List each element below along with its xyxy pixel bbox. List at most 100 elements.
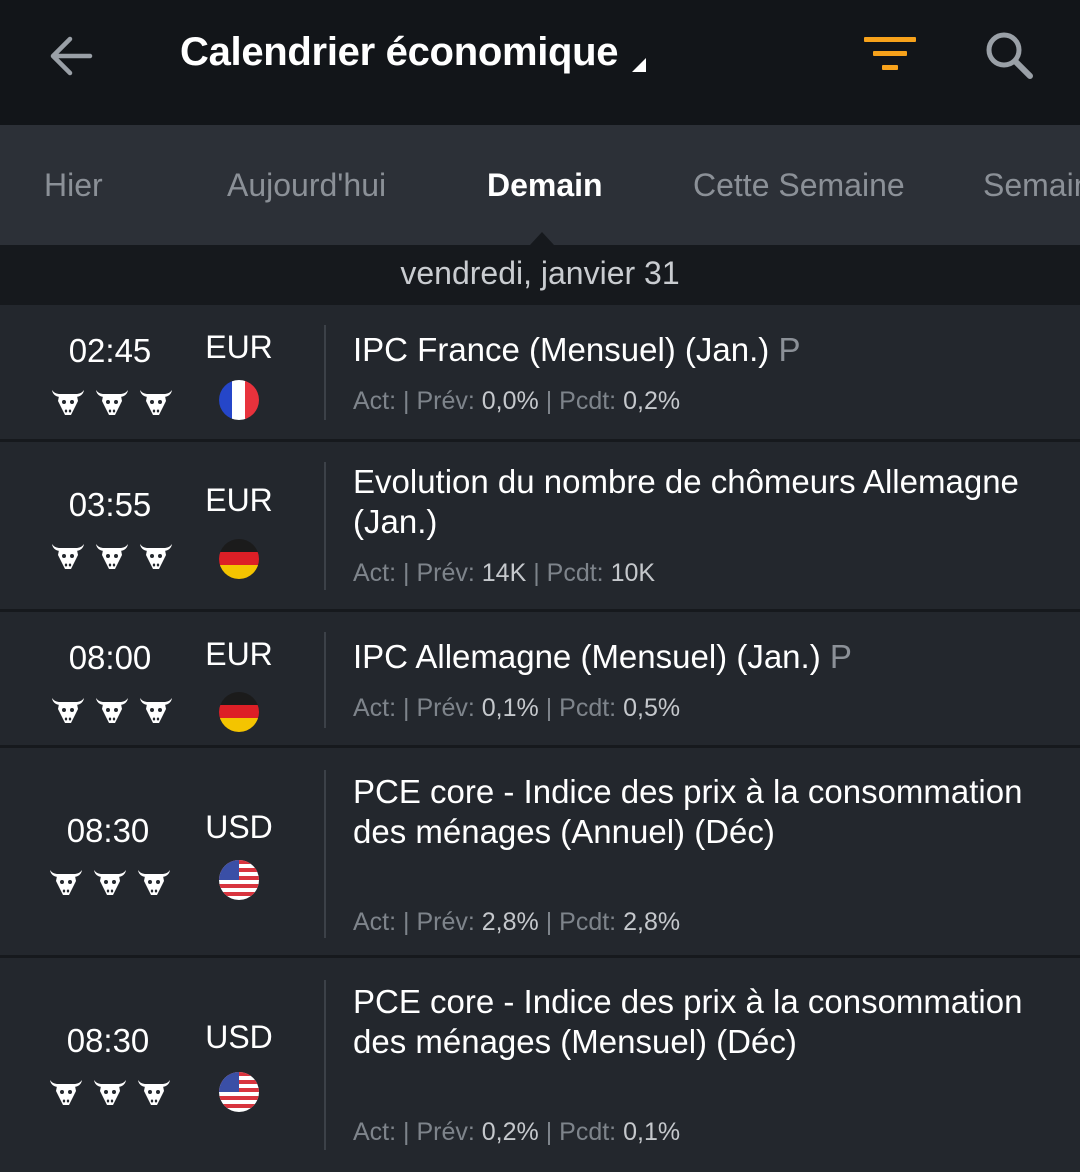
caret-down-icon[interactable]: [630, 56, 646, 72]
forecast-label: | Prév:: [403, 694, 475, 722]
row-divider: [324, 632, 326, 728]
row-divider: [324, 770, 326, 938]
event-title: PCE core - Indice des prix à la consomma…: [353, 772, 1053, 852]
search-button[interactable]: [982, 28, 1038, 84]
tab-cette-semaine[interactable]: Cette Semaine: [693, 167, 905, 204]
previous-label: | Pcdt:: [545, 387, 617, 415]
bull-icon: [48, 1076, 84, 1106]
tab-semaine-prochaine[interactable]: Semaine Prochaine: [983, 167, 1080, 204]
event-title-text: IPC Allemagne (Mensuel) (Jan.): [353, 638, 821, 675]
event-stats: Act: | Prév: 0,0% | Pcdt: 0,2%: [353, 387, 680, 416]
date-section-header: vendredi, janvier 31: [0, 245, 1080, 305]
forecast-label: | Prév:: [403, 559, 475, 587]
event-title-text: Evolution du nombre de chômeurs Allemagn…: [353, 463, 1019, 540]
row-divider: [324, 325, 326, 420]
actual-label: Act:: [353, 1118, 397, 1146]
tab-demain[interactable]: Demain: [487, 167, 603, 204]
actual-label: Act:: [353, 387, 397, 415]
event-stats: Act: | Prév: 2,8% | Pcdt: 2,8%: [353, 908, 680, 937]
france-flag-icon: [219, 380, 259, 420]
germany-flag-icon: [219, 692, 259, 732]
previous-label: | Pcdt:: [545, 1118, 617, 1146]
search-icon: [986, 32, 1033, 79]
importance-rating: [50, 694, 174, 724]
bull-icon: [92, 1076, 128, 1106]
event-row[interactable]: 03:55 EUR Evolution du nombre de chômeur…: [0, 442, 1080, 612]
event-row[interactable]: 08:30 USD PCE core - Indice des prix à l…: [0, 958, 1080, 1172]
row-divider: [324, 462, 326, 590]
event-title: Evolution du nombre de chômeurs Allemagn…: [353, 462, 1053, 542]
event-time: 08:30: [66, 1022, 150, 1059]
event-row[interactable]: 08:30 USD PCE core - Indice des prix à l…: [0, 748, 1080, 958]
bull-icon: [50, 540, 86, 570]
germany-flag-icon: [219, 539, 259, 579]
filter-button[interactable]: [860, 32, 920, 80]
app-bar: Calendrier économique: [0, 0, 1080, 125]
event-stats: Act: | Prév: 0,1% | Pcdt: 0,5%: [353, 694, 680, 723]
forecast-label: | Prév:: [403, 387, 475, 415]
row-divider: [324, 980, 326, 1150]
bull-icon: [138, 540, 174, 570]
event-currency: USD: [205, 1019, 273, 1055]
bull-icon: [50, 694, 86, 724]
event-title: IPC France (Mensuel) (Jan.) P: [353, 330, 1053, 370]
bull-icon: [94, 386, 130, 416]
event-time: 03:55: [68, 486, 152, 523]
previous-value: 0,5%: [623, 694, 681, 722]
importance-rating: [50, 540, 174, 570]
bull-icon: [94, 694, 130, 724]
forecast-value: 0,2%: [481, 1118, 539, 1146]
importance-rating: [50, 386, 174, 416]
event-currency: EUR: [205, 482, 273, 518]
bull-icon: [48, 866, 84, 896]
forecast-value: 2,8%: [481, 908, 539, 936]
bull-icon: [138, 694, 174, 724]
event-time: 02:45: [68, 332, 152, 369]
event-stats: Act: | Prév: 14K | Pcdt: 10K: [353, 559, 655, 588]
filter-icon: [864, 37, 916, 70]
event-title-text: IPC France (Mensuel) (Jan.): [353, 331, 770, 368]
previous-value: 0,1%: [623, 1118, 681, 1146]
actual-label: Act:: [353, 694, 397, 722]
event-time: 08:00: [68, 639, 152, 676]
event-title: IPC Allemagne (Mensuel) (Jan.) P: [353, 637, 1053, 677]
forecast-value: 0,0%: [481, 387, 539, 415]
event-row[interactable]: 02:45 EUR IPC France (Mensuel) (Jan.) P …: [0, 305, 1080, 442]
event-row[interactable]: 08:00 EUR IPC Allemagne (Mensuel) (Jan.)…: [0, 612, 1080, 748]
date-label: vendredi, janvier 31: [400, 255, 680, 291]
event-time: 08:30: [66, 812, 150, 849]
previous-value: 2,8%: [623, 908, 681, 936]
forecast-value: 14K: [481, 559, 527, 587]
event-title-text: PCE core - Indice des prix à la consomma…: [353, 983, 1023, 1060]
bull-icon: [136, 866, 172, 896]
event-title: PCE core - Indice des prix à la consomma…: [353, 982, 1053, 1062]
bull-icon: [92, 866, 128, 896]
forecast-label: | Prév:: [403, 908, 475, 936]
event-currency: EUR: [205, 329, 273, 365]
bull-icon: [138, 386, 174, 416]
preliminary-badge: P: [829, 638, 852, 675]
previous-value: 10K: [610, 559, 656, 587]
tab-aujourdhui[interactable]: Aujourd'hui: [227, 167, 386, 204]
forecast-value: 0,1%: [481, 694, 539, 722]
bull-icon: [94, 540, 130, 570]
previous-label: | Pcdt:: [545, 908, 617, 936]
tab-hier[interactable]: Hier: [44, 167, 103, 204]
back-button[interactable]: [40, 28, 100, 84]
page-title[interactable]: Calendrier économique: [180, 30, 619, 75]
date-tabs: Hier Aujourd'hui Demain Cette Semaine Se…: [0, 125, 1080, 245]
us-flag-icon: [219, 860, 259, 900]
preliminary-badge: P: [778, 331, 801, 368]
bull-icon: [50, 386, 86, 416]
importance-rating: [48, 1076, 172, 1106]
bull-icon: [136, 1076, 172, 1106]
us-flag-icon: [219, 1072, 259, 1112]
event-title-text: PCE core - Indice des prix à la consomma…: [353, 773, 1023, 850]
event-currency: USD: [205, 809, 273, 845]
event-currency: EUR: [205, 636, 273, 672]
previous-value: 0,2%: [623, 387, 681, 415]
previous-label: | Pcdt:: [545, 694, 617, 722]
actual-label: Act:: [353, 908, 397, 936]
importance-rating: [48, 866, 172, 896]
previous-label: | Pcdt:: [533, 559, 604, 587]
